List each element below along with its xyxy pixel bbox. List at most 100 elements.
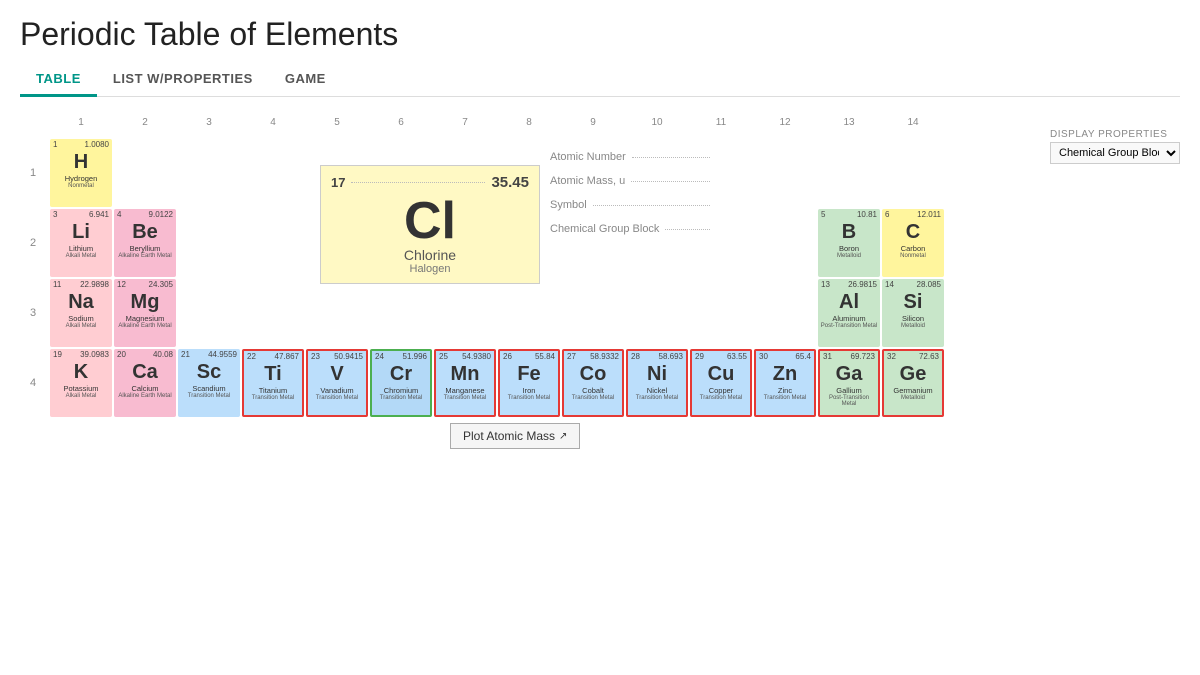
- cell-an-Ga: 31: [823, 352, 832, 361]
- element-V[interactable]: 23 50.9415 V Vanadium Transition Metal: [306, 349, 368, 417]
- element-Ti[interactable]: 22 47.867 Ti Titanium Transition Metal: [242, 349, 304, 417]
- cell-name-Ge: Germanium: [893, 386, 932, 395]
- cell-cat-Al: Post-Transition Metal: [821, 323, 877, 329]
- element-Li[interactable]: 3 6.941 Li Lithium Alkali Metal: [50, 209, 112, 277]
- detail-symbol: Cl: [331, 195, 529, 247]
- cell-cat-Fe: Transition Metal: [508, 395, 550, 401]
- cell-an-Ti: 22: [247, 352, 256, 361]
- display-props-select[interactable]: Chemical Group Block Atomic Mass Atomic …: [1050, 142, 1180, 164]
- cell-an-Na: 11: [53, 280, 61, 289]
- element-Mn[interactable]: 25 54.9380 Mn Manganese Transition Metal: [434, 349, 496, 417]
- cell-am-Cu: 63.55: [727, 352, 747, 361]
- display-props-label: DISPLAY PROPERTIES: [1050, 129, 1180, 140]
- cell-symbol-C: C: [906, 221, 920, 243]
- cell-an-Si: 14: [885, 280, 894, 289]
- cell-name-Mg: Magnesium: [126, 314, 165, 323]
- cell-am-Sc: 44.9559: [208, 350, 237, 359]
- element-Fe[interactable]: 26 55.84 Fe Iron Transition Metal: [498, 349, 560, 417]
- element-Si[interactable]: 14 28.085 Si Silicon Metalloid: [882, 279, 944, 347]
- cell-am-Ni: 58.693: [659, 352, 683, 361]
- cell-symbol-Na: Na: [68, 291, 94, 313]
- element-Sc[interactable]: 21 44.9559 Sc Scandium Transition Metal: [178, 349, 240, 417]
- cell-cat-Ni: Transition Metal: [636, 395, 678, 401]
- element-Zn[interactable]: 30 65.4 Zn Zinc Transition Metal: [754, 349, 816, 417]
- element-Ni[interactable]: 28 58.693 Ni Nickel Transition Metal: [626, 349, 688, 417]
- cell-name-Mn: Manganese: [445, 386, 484, 395]
- group-label-13: 13: [818, 117, 880, 128]
- tab-game[interactable]: GAME: [269, 63, 342, 97]
- cell-am-K: 39.0983: [80, 350, 109, 359]
- element-K[interactable]: 19 39.0983 K Potassium Alkali Metal: [50, 349, 112, 417]
- element-Cr[interactable]: 24 51.996 Cr Chromium Transition Metal: [370, 349, 432, 417]
- period-label-2: 2: [20, 209, 46, 277]
- cell-an-B: 5: [821, 210, 825, 219]
- cell-cat-Si: Metalloid: [901, 323, 925, 329]
- cell-am-Mn: 54.9380: [462, 352, 491, 361]
- cell-symbol-Li: Li: [72, 221, 90, 243]
- plot-atomic-mass-button[interactable]: Plot Atomic Mass ↗: [450, 423, 580, 449]
- element-Mg[interactable]: 12 24.305 Mg Magnesium Alkaline Earth Me…: [114, 279, 176, 347]
- cell-name-H: Hydrogen: [65, 174, 98, 183]
- cell-am-Ca: 40.08: [153, 350, 173, 359]
- cell-symbol-K: K: [74, 361, 88, 383]
- cell-symbol-Si: Si: [904, 291, 923, 313]
- cell-name-V: Vanadium: [320, 386, 353, 395]
- cell-name-Zn: Zinc: [778, 386, 792, 395]
- period-label-1: 1: [20, 139, 46, 207]
- tab-list[interactable]: LIST W/PROPERTIES: [97, 63, 269, 97]
- cell-an-Cu: 29: [695, 352, 704, 361]
- element-H[interactable]: 1 1.0080 H Hydrogen Nonmetal: [50, 139, 112, 207]
- tab-table[interactable]: TABLE: [20, 63, 97, 97]
- cell-cat-Sc: Transition Metal: [188, 393, 230, 399]
- group-label-5: 5: [306, 117, 368, 128]
- cell-symbol-Be: Be: [132, 221, 158, 243]
- element-Co[interactable]: 27 58.9332 Co Cobalt Transition Metal: [562, 349, 624, 417]
- cell-an-Li: 3: [53, 210, 57, 219]
- group-label-7: 7: [434, 117, 496, 128]
- element-B[interactable]: 5 10.81 B Boron Metalloid: [818, 209, 880, 277]
- cell-am-Al: 26.9815: [848, 280, 877, 289]
- group-label-6: 6: [370, 117, 432, 128]
- cell-name-Be: Beryllium: [130, 244, 161, 253]
- cell-cat-Cr: Transition Metal: [380, 395, 422, 401]
- element-Be[interactable]: 4 9.0122 Be Beryllium Alkaline Earth Met…: [114, 209, 176, 277]
- cell-an-Co: 27: [567, 352, 576, 361]
- cell-cat-Li: Alkali Metal: [66, 253, 97, 259]
- cell-am-Si: 28.085: [917, 280, 941, 289]
- info-symbol: Symbol: [550, 199, 710, 211]
- cell-an-C: 6: [885, 210, 889, 219]
- element-Na[interactable]: 11 22.9898 Na Sodium Alkali Metal: [50, 279, 112, 347]
- cell-name-Cu: Copper: [709, 386, 734, 395]
- tab-bar: TABLE LIST W/PROPERTIES GAME: [20, 63, 1180, 97]
- cell-name-Li: Lithium: [69, 244, 93, 253]
- cell-name-Fe: Iron: [523, 386, 536, 395]
- cell-cat-Na: Alkali Metal: [66, 323, 97, 329]
- cell-cat-C: Nonmetal: [900, 253, 926, 259]
- cell-am-V: 50.9415: [334, 352, 363, 361]
- cell-an-V: 23: [311, 352, 320, 361]
- cell-symbol-Sc: Sc: [197, 361, 221, 383]
- group-label-2: 2: [114, 117, 176, 128]
- cell-am-H: 1.0080: [85, 140, 109, 149]
- info-panel: Atomic Number Atomic Mass, u Symbol Chem…: [550, 151, 710, 247]
- cell-am-Na: 22.9898: [80, 280, 109, 289]
- display-props-panel: DISPLAY PROPERTIES Chemical Group Block …: [1050, 129, 1180, 164]
- cell-name-Sc: Scandium: [192, 384, 225, 393]
- element-Ca[interactable]: 20 40.08 Ca Calcium Alkaline Earth Metal: [114, 349, 176, 417]
- cell-name-Na: Sodium: [68, 314, 93, 323]
- cell-symbol-Ni: Ni: [647, 363, 667, 385]
- element-Cu[interactable]: 29 63.55 Cu Copper Transition Metal: [690, 349, 752, 417]
- element-Al[interactable]: 13 26.9815 Al Aluminum Post-Transition M…: [818, 279, 880, 347]
- element-Ga[interactable]: 31 69.723 Ga Gallium Post-Transition Met…: [818, 349, 880, 417]
- cell-name-Ti: Titanium: [259, 386, 287, 395]
- cell-cat-Ga: Post-Transition Metal: [821, 395, 877, 407]
- element-Ge[interactable]: 32 72.63 Ge Germanium Metalloid: [882, 349, 944, 417]
- cell-an-Fe: 26: [503, 352, 512, 361]
- main-area: DISPLAY PROPERTIES Chemical Group Block …: [20, 109, 1180, 419]
- cell-an-K: 19: [53, 350, 62, 359]
- cell-symbol-Cu: Cu: [708, 363, 735, 385]
- detail-category: Halogen: [331, 263, 529, 275]
- cell-cat-Zn: Transition Metal: [764, 395, 806, 401]
- element-C[interactable]: 6 12.011 C Carbon Nonmetal: [882, 209, 944, 277]
- cell-cat-Mg: Alkaline Earth Metal: [118, 323, 171, 329]
